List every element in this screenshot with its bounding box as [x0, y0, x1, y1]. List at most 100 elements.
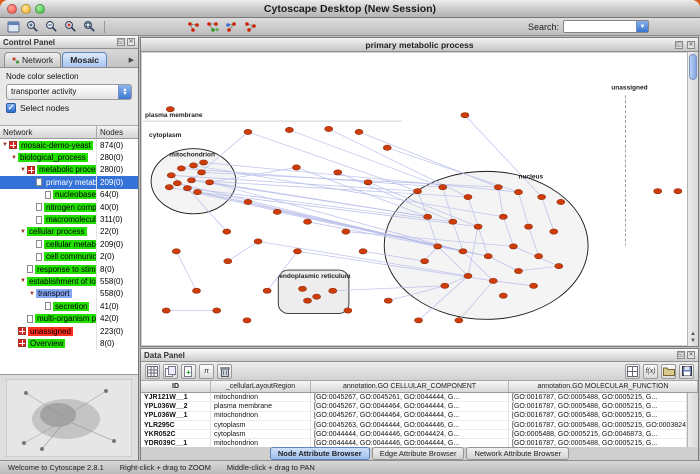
tree-expand-arrow-icon[interactable]: ▼	[20, 229, 26, 235]
table-cell[interactable]: [GO:0016787, GO:0005488, GO:0005215, GO:…	[509, 421, 687, 429]
network-node[interactable]	[244, 129, 252, 134]
attribute-function-icon[interactable]: π	[199, 364, 214, 379]
network-node[interactable]	[223, 229, 231, 234]
tree-row[interactable]: ▼transport558(0)	[0, 288, 138, 300]
canvas-vertical-scrollbar[interactable]: ▲▼	[687, 52, 698, 346]
export-attributes-icon[interactable]	[679, 364, 694, 379]
network-node[interactable]	[303, 298, 311, 303]
network-node[interactable]	[162, 308, 170, 313]
network-node[interactable]	[538, 194, 546, 199]
float-panel-icon[interactable]: ◱	[117, 38, 125, 46]
data-panel-close-icon[interactable]: ✕	[687, 351, 695, 359]
network-node[interactable]	[192, 288, 200, 293]
table-cell[interactable]: mitochondrion	[211, 412, 311, 420]
tree-row[interactable]: ▼mosaic-demo-yeast874(0)	[0, 139, 138, 151]
data-panel-float-icon[interactable]: ◱	[677, 351, 685, 359]
network-node[interactable]	[313, 294, 321, 299]
network-node[interactable]	[464, 194, 472, 199]
tree-row[interactable]: ▼establishment of lo558(0)	[0, 275, 138, 287]
network-node[interactable]	[535, 254, 543, 259]
tree-row[interactable]: ▼cellular process22(0)	[0, 226, 138, 238]
network-node[interactable]	[413, 188, 421, 193]
network-node[interactable]	[514, 189, 522, 194]
zoom-in-icon[interactable]	[24, 19, 41, 35]
search-input[interactable]: ▼	[563, 20, 649, 33]
delete-attribute-icon[interactable]	[217, 364, 232, 379]
table-row[interactable]: YJR121W__1mitochondrion[GO:0045267, GO:0…	[141, 393, 687, 402]
tab-node-attribute-browser[interactable]: Node Attribute Browser	[270, 447, 370, 460]
table-row[interactable]: YPL036W__1mitochondrion[GO:0045267, GO:0…	[141, 412, 687, 421]
network-node[interactable]	[213, 308, 221, 313]
tab-mosaic[interactable]: Mosaic	[62, 52, 107, 67]
tree-row[interactable]: macromolecule311(0)	[0, 213, 138, 225]
network-node[interactable]	[224, 258, 232, 263]
network-node[interactable]	[167, 173, 175, 178]
zoom-window-button[interactable]	[35, 4, 45, 14]
network-node[interactable]	[292, 165, 300, 170]
network-edge[interactable]	[176, 251, 196, 290]
node-color-combobox[interactable]: transporter activity ▲▼	[6, 84, 132, 100]
network-graph[interactable]: plasma membranecytoplasmmitochondrionnuc…	[141, 52, 687, 346]
select-attributes-icon[interactable]	[145, 364, 160, 379]
network-node[interactable]	[509, 244, 517, 249]
zoom-selected-icon[interactable]	[62, 19, 79, 35]
network-node[interactable]	[285, 127, 293, 132]
network-node[interactable]	[424, 214, 432, 219]
network-node[interactable]	[654, 188, 662, 193]
search-dropdown-arrow-icon[interactable]: ▼	[636, 21, 648, 32]
close-panel-icon[interactable]: ✕	[127, 38, 135, 46]
network-canvas[interactable]: plasma membranecytoplasmmitochondrionnuc…	[141, 52, 698, 346]
new-session-icon[interactable]	[5, 19, 22, 35]
table-cell[interactable]: [GO:0045267, GO:0045261, GO:0044444, G..…	[311, 393, 509, 401]
network-edge[interactable]	[296, 167, 427, 216]
network-node[interactable]	[243, 318, 251, 323]
network-node[interactable]	[298, 286, 306, 291]
network-node[interactable]	[189, 163, 197, 168]
scrollbar-thumb[interactable]	[689, 54, 697, 80]
tree-header-nodes[interactable]: Nodes	[97, 126, 138, 138]
network-node[interactable]	[359, 249, 367, 254]
table-cell[interactable]: [GO:0016787, GO:0005488, GO:0005215, G..…	[509, 412, 687, 420]
network-node[interactable]	[198, 170, 206, 175]
network-node[interactable]	[364, 180, 372, 185]
table-cell[interactable]: mitochondrion	[211, 393, 311, 401]
network-node[interactable]	[200, 160, 208, 165]
network-node[interactable]	[441, 283, 449, 288]
combobox-arrows-icon[interactable]: ▲▼	[118, 85, 131, 99]
table-cell[interactable]: [GO:0045263, GO:0044444, GO:0044446, G..…	[311, 421, 509, 429]
network-node[interactable]	[166, 107, 174, 112]
tree-expand-arrow-icon[interactable]: ▼	[29, 291, 35, 297]
network-node[interactable]	[206, 180, 214, 185]
table-cell[interactable]: cytoplasm	[211, 421, 311, 429]
table-row[interactable]: YDR039C__1mitochondrion[GO:0044444, GO:0…	[141, 439, 687, 447]
tree-row[interactable]: ▼metabolic process280(0)	[0, 164, 138, 176]
network-node[interactable]	[183, 185, 191, 190]
table-cell[interactable]: YPL036W__2	[141, 402, 211, 410]
column-header-molecular-function[interactable]: annotation.GO MOLECULAR_FUNCTION	[509, 381, 698, 392]
network-node[interactable]	[177, 166, 185, 171]
network-node[interactable]	[674, 188, 682, 193]
table-cell[interactable]: mitochondrion	[211, 439, 311, 447]
table-cell[interactable]: cytoplasm	[211, 430, 311, 438]
network-node[interactable]	[525, 224, 533, 229]
tree-row[interactable]: multi-organism pro42(0)	[0, 312, 138, 324]
network-node[interactable]	[415, 318, 423, 323]
network-node[interactable]	[439, 184, 447, 189]
network-node[interactable]	[303, 219, 311, 224]
network-icon[interactable]	[185, 19, 202, 35]
tree-row[interactable]: nucleobase64(0)	[0, 189, 138, 201]
network-node[interactable]	[461, 112, 469, 117]
zoom-fit-icon[interactable]	[81, 19, 98, 35]
network-node[interactable]	[484, 254, 492, 259]
table-cell[interactable]: [GO:0016787, GO:0005488, GO:0005215, G..…	[509, 439, 687, 447]
vizmapper-icon[interactable]	[223, 19, 240, 35]
table-cell[interactable]: [GO:0044444, GO:0044446, GO:0044424, G..…	[311, 430, 509, 438]
network-node[interactable]	[342, 229, 350, 234]
network-node[interactable]	[530, 283, 538, 288]
table-cell[interactable]: [GO:0045267, GO:0044464, GO:0044444, G..…	[311, 402, 509, 410]
column-header-id[interactable]: ID	[141, 381, 211, 392]
network-node[interactable]	[173, 181, 181, 186]
table-row[interactable]: YLR295Ccytoplasm[GO:0045263, GO:0044444,…	[141, 421, 687, 430]
tree-row[interactable]: unassigned223(0)	[0, 325, 138, 337]
network-node[interactable]	[489, 278, 497, 283]
